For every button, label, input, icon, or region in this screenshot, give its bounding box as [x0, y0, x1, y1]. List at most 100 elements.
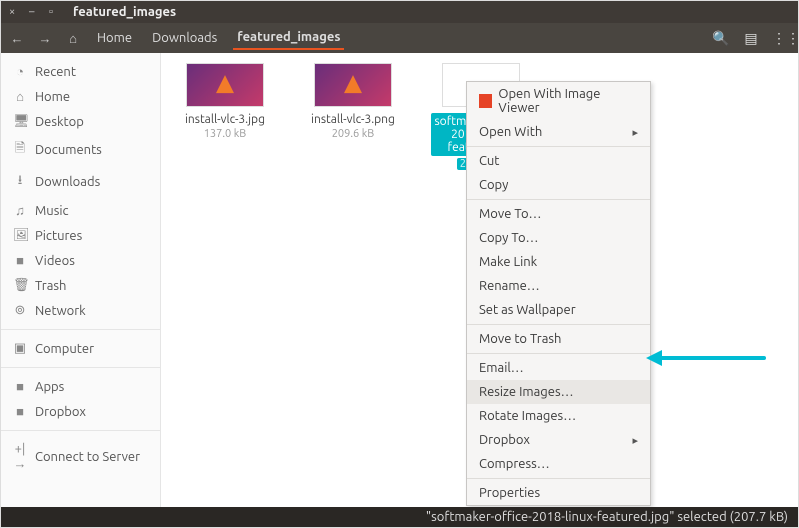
status-text: "softmaker-office-2018-linux-featured.jp… [426, 510, 788, 524]
window-close-icon[interactable]: × [9, 7, 19, 17]
annotation-arrow-head [646, 350, 662, 366]
menu-separator [467, 353, 650, 354]
menu-label: Set as Wallpaper [479, 303, 576, 317]
menu-set-wallpaper[interactable]: Set as Wallpaper [467, 298, 650, 322]
menu-resize-images[interactable]: Resize Images… [467, 380, 650, 404]
sidebar-item-music[interactable]: ♫ Music [1, 198, 160, 223]
menu-label: Open With [479, 125, 542, 139]
menu-rotate-images[interactable]: Rotate Images… [467, 404, 650, 428]
sidebar-item-computer[interactable]: ▣ Computer [1, 336, 160, 361]
menu-label: Properties [479, 486, 540, 500]
menu-cut[interactable]: Cut [467, 149, 650, 173]
menu-grid-icon[interactable]: ⋮⋮ [772, 30, 790, 47]
vlc-cone-icon [344, 75, 362, 93]
menu-separator [467, 324, 650, 325]
sidebar-item-home[interactable]: ⌂ Home [1, 84, 160, 109]
menu-open-with-viewer[interactable]: Open With Image Viewer [467, 82, 650, 120]
view-toggle-icon[interactable]: ▤ [742, 30, 760, 47]
menu-copy[interactable]: Copy [467, 173, 650, 197]
sidebar-item-videos[interactable]: ■ Videos [1, 248, 160, 273]
sidebar: ◔Recent ⌂ Home 🖥Desktop 🗎 Documents ⭳Downl… [1, 53, 161, 509]
file-item[interactable]: install-vlc-3.jpg 137.0 kB [175, 63, 275, 140]
menu-label: Resize Images… [479, 385, 574, 399]
window-minimize-icon[interactable]: – [29, 7, 39, 17]
menu-label: Open With Image Viewer [498, 87, 638, 115]
breadcrumb-current[interactable]: featured_images [233, 26, 344, 50]
file-thumbnail [314, 63, 392, 107]
menu-make-link[interactable]: Make Link [467, 250, 650, 274]
vlc-cone-icon [216, 75, 234, 93]
sidebar-item-label: Recent [35, 65, 76, 79]
submenu-arrow-icon: ▸ [632, 434, 638, 447]
menu-label: Move To… [479, 207, 541, 221]
breadcrumb-downloads[interactable]: Downloads [148, 27, 221, 49]
menu-label: Compress… [479, 457, 550, 471]
menu-label: Rotate Images… [479, 409, 576, 423]
sidebar-separator [1, 329, 160, 330]
home-icon: ⌂ [13, 89, 27, 104]
file-name: install-vlc-3.png [303, 113, 403, 126]
sidebar-separator [1, 367, 160, 368]
downloads-icon: ⭳ [13, 171, 27, 193]
sidebar-separator [1, 430, 160, 431]
menu-separator [467, 478, 650, 479]
back-button[interactable]: ← [9, 31, 25, 46]
sidebar-item-label: Documents [35, 143, 102, 157]
menu-dropbox[interactable]: Dropbox ▸ [467, 428, 650, 452]
sidebar-item-pictures[interactable]: 🖼Pictures [1, 223, 160, 248]
sidebar-item-label: Music [35, 204, 69, 218]
menu-move-to[interactable]: Move To… [467, 202, 650, 226]
sidebar-item-label: Dropbox [35, 405, 86, 419]
sidebar-item-label: Pictures [35, 229, 82, 243]
menu-move-to-trash[interactable]: Move to Trash [467, 327, 650, 351]
menu-email[interactable]: Email… [467, 356, 650, 380]
menu-properties[interactable]: Properties [467, 481, 650, 505]
submenu-arrow-icon: ▸ [632, 126, 638, 139]
status-bar: "softmaker-office-2018-linux-featured.jp… [1, 507, 798, 527]
file-thumbnail [186, 63, 264, 107]
menu-open-with[interactable]: Open With ▸ [467, 120, 650, 144]
sidebar-item-apps[interactable]: ■Apps [1, 374, 160, 399]
breadcrumb-home[interactable]: Home [93, 27, 136, 49]
context-menu: Open With Image Viewer Open With ▸ Cut Co… [466, 81, 651, 506]
home-icon[interactable]: ⌂ [65, 31, 81, 46]
trash-icon: 🗑 [13, 278, 27, 293]
file-item[interactable]: install-vlc-3.png 209.6 kB [303, 63, 403, 140]
sidebar-item-documents[interactable]: 🗎 Documents [1, 134, 160, 166]
window-title: featured_images [73, 5, 176, 19]
documents-icon: 🗎 [13, 139, 27, 161]
menu-separator [467, 146, 650, 147]
sidebar-item-label: Connect to Server [35, 450, 140, 464]
sidebar-item-label: Home [35, 90, 70, 104]
music-icon: ♫ [13, 203, 27, 218]
file-size: 137.0 kB [175, 128, 275, 140]
menu-label: Rename… [479, 279, 540, 293]
menu-separator [467, 199, 650, 200]
folder-icon: ■ [13, 379, 27, 394]
window-maximize-icon[interactable]: ▫ [49, 7, 59, 17]
sidebar-item-label: Computer [35, 342, 94, 356]
annotation-arrow [656, 356, 766, 360]
sidebar-item-dropbox[interactable]: ■Dropbox [1, 399, 160, 424]
sidebar-item-downloads[interactable]: ⭳Downloads [1, 166, 160, 198]
menu-label: Copy To… [479, 231, 539, 245]
videos-icon: ■ [13, 253, 27, 268]
menu-copy-to[interactable]: Copy To… [467, 226, 650, 250]
sidebar-item-label: Trash [35, 279, 66, 293]
menu-compress[interactable]: Compress… [467, 452, 650, 476]
connect-icon: +|→ [13, 442, 27, 471]
computer-icon: ▣ [13, 341, 27, 356]
forward-button[interactable]: → [37, 31, 53, 46]
sidebar-item-trash[interactable]: 🗑 Trash [1, 273, 160, 298]
sidebar-item-recent[interactable]: ◔Recent [1, 59, 160, 84]
title-bar: × – ▫ featured_images [1, 1, 798, 23]
menu-label: Dropbox [479, 433, 530, 447]
network-icon: ⊚ [13, 303, 27, 318]
sidebar-item-label: Videos [35, 254, 75, 268]
sidebar-item-network[interactable]: ⊚Network [1, 298, 160, 323]
sidebar-connect-server[interactable]: +|→ Connect to Server [1, 437, 160, 476]
menu-rename[interactable]: Rename… [467, 274, 650, 298]
image-viewer-icon [479, 94, 492, 108]
sidebar-item-desktop[interactable]: 🖥Desktop [1, 109, 160, 134]
search-icon[interactable]: 🔍 [712, 30, 730, 47]
